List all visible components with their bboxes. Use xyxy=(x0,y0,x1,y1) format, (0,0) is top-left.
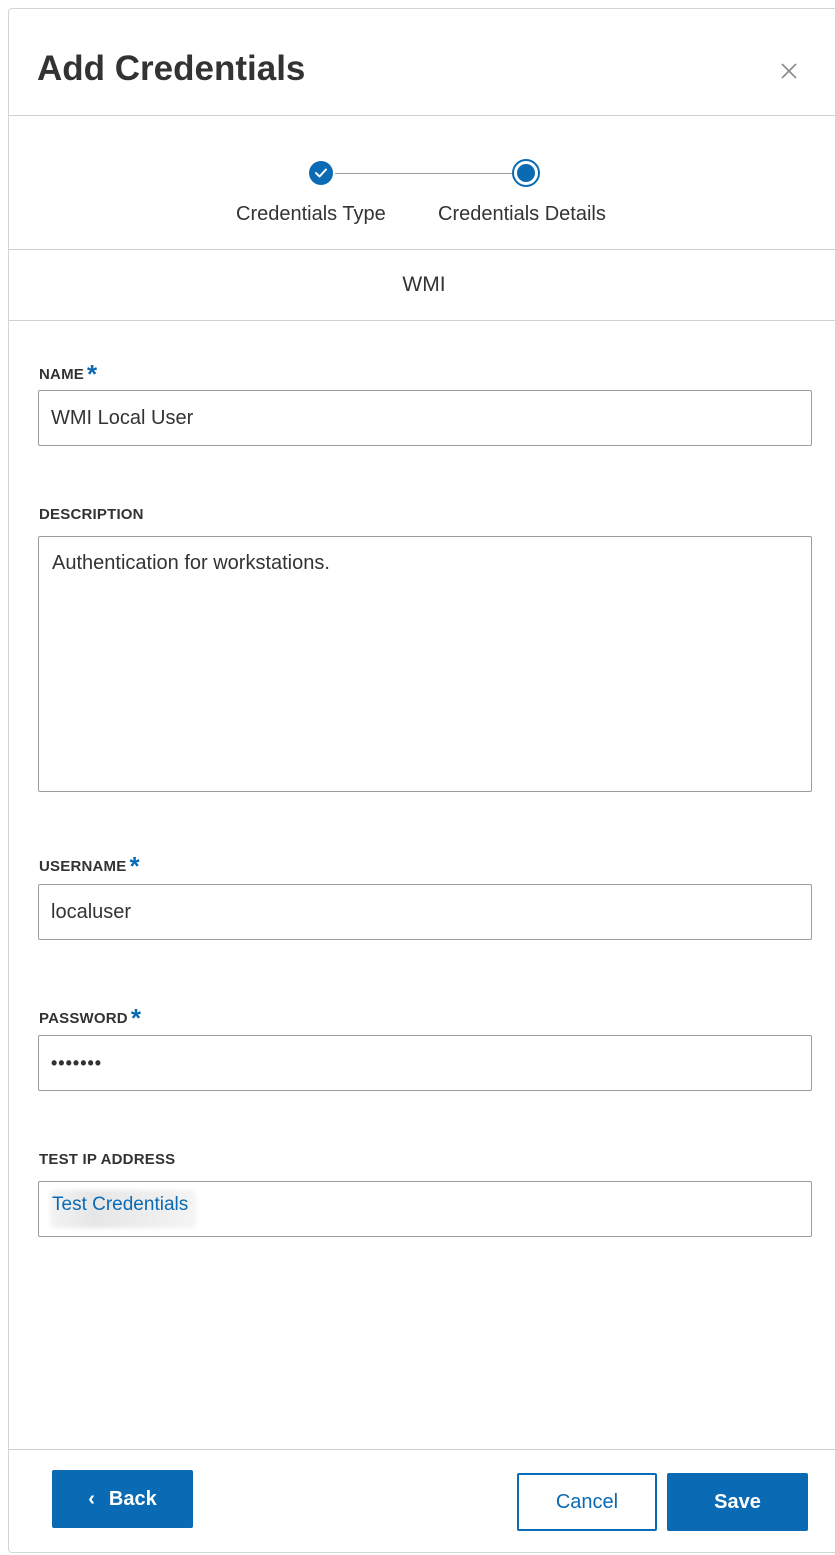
back-button[interactable]: ‹ Back xyxy=(52,1470,193,1528)
step-completed-check-icon xyxy=(309,161,333,185)
test-credentials-link[interactable]: Test Credentials xyxy=(52,1194,188,1216)
required-asterisk: * xyxy=(130,1003,142,1033)
description-label: DESCRIPTION xyxy=(39,506,144,523)
password-label: PASSWORD * xyxy=(39,999,142,1033)
wizard-stepper: Credentials Type Credentials Details xyxy=(9,115,835,250)
username-input[interactable]: localuser xyxy=(38,884,812,940)
step-connector xyxy=(335,173,519,174)
cancel-button[interactable]: Cancel xyxy=(517,1473,657,1531)
dialog-header: Add Credentials xyxy=(9,9,835,116)
name-input[interactable]: WMI Local User xyxy=(38,390,812,446)
username-label-text: USERNAME xyxy=(39,858,127,875)
step-active-indicator xyxy=(512,159,540,187)
name-label-text: NAME xyxy=(39,366,84,383)
credential-type-name: WMI xyxy=(402,273,446,296)
chevron-left-icon: ‹ xyxy=(88,1487,95,1510)
password-input[interactable]: ••••••• xyxy=(38,1035,812,1091)
name-label: NAME * xyxy=(39,355,98,389)
password-label-text: PASSWORD xyxy=(39,1010,128,1027)
required-asterisk: * xyxy=(129,851,140,881)
add-credentials-dialog: Add Credentials Credentials Type Credent… xyxy=(8,8,835,1553)
required-asterisk: * xyxy=(86,359,98,389)
test-ip-label: TEST IP ADDRESS xyxy=(39,1151,176,1168)
step-label-credentials-details: Credentials Details xyxy=(438,203,606,225)
username-label: USERNAME * xyxy=(39,847,140,881)
step-label-credentials-type: Credentials Type xyxy=(236,203,386,225)
save-button[interactable]: Save xyxy=(667,1473,808,1531)
description-textarea[interactable]: Authentication for workstations. xyxy=(38,536,812,792)
close-icon[interactable] xyxy=(773,55,805,87)
dialog-title: Add Credentials xyxy=(37,49,306,88)
dialog-footer: ‹ Back Cancel Save xyxy=(9,1449,835,1555)
credential-type-bar: WMI xyxy=(9,249,835,321)
back-button-label: Back xyxy=(108,1487,157,1510)
